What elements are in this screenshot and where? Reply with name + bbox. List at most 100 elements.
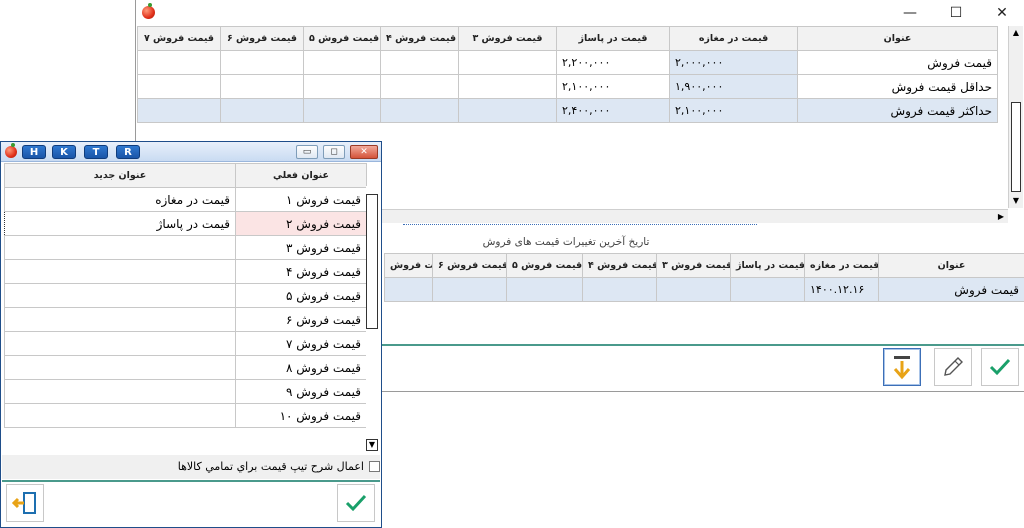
empty-cell[interactable] bbox=[220, 98, 304, 123]
current-title-cell[interactable]: قیمت فروش ۴ bbox=[235, 259, 367, 284]
history-header-2[interactable]: قیمت در پاساژ bbox=[730, 253, 805, 278]
mall-price-cell[interactable]: ۲,۲۰۰,۰۰۰ bbox=[556, 50, 670, 75]
scroll-thumb[interactable] bbox=[1011, 102, 1021, 192]
mall-price-cell[interactable]: ۲,۴۰۰,۰۰۰ bbox=[556, 98, 670, 123]
empty-cell[interactable] bbox=[458, 50, 557, 75]
edit-button[interactable] bbox=[934, 348, 972, 386]
empty-cell[interactable] bbox=[303, 98, 381, 123]
empty-cell[interactable] bbox=[137, 50, 221, 75]
empty-cell[interactable] bbox=[303, 50, 381, 75]
history-header-3[interactable]: قیمت فروش ۳ bbox=[656, 253, 731, 278]
empty-cell[interactable] bbox=[220, 50, 304, 75]
price-header-4[interactable]: قیمت فروش ۴ bbox=[380, 26, 459, 51]
new-title-cell[interactable] bbox=[4, 283, 236, 308]
empty-cell[interactable] bbox=[432, 277, 507, 302]
price-table-scrollbar[interactable]: ▲ ▼ bbox=[1008, 26, 1023, 208]
scroll-down-icon[interactable]: ▼ bbox=[1009, 194, 1023, 208]
list-item[interactable]: قیمت فروش ۵ bbox=[4, 283, 367, 308]
new-title-cell[interactable] bbox=[4, 307, 236, 332]
current-title-cell[interactable]: قیمت فروش ۸ bbox=[235, 355, 367, 380]
dialog-restore-button[interactable]: ◻ bbox=[323, 145, 345, 159]
empty-cell[interactable] bbox=[730, 277, 805, 302]
exit-button[interactable] bbox=[6, 484, 44, 522]
list-item[interactable]: قیمت فروش ۶ bbox=[4, 307, 367, 332]
price-header-3[interactable]: قیمت فروش ۳ bbox=[458, 26, 557, 51]
price-header-6[interactable]: قیمت فروش ۶ bbox=[220, 26, 304, 51]
new-title-cell[interactable] bbox=[4, 355, 236, 380]
new-title-cell[interactable] bbox=[4, 259, 236, 284]
new-title-cell[interactable] bbox=[4, 379, 236, 404]
history-date-cell[interactable]: ۱۴۰۰.۱۲.۱۶ bbox=[804, 277, 879, 302]
list-item[interactable]: قیمت فروش ۴ bbox=[4, 259, 367, 284]
history-header-5[interactable]: قیمت فروش ۵ bbox=[506, 253, 583, 278]
dialog-scrollbar[interactable]: ▼ bbox=[366, 186, 380, 454]
list-item[interactable]: قیمت فروش ۱۰ bbox=[4, 403, 367, 428]
title-cell[interactable]: قیمت فروش bbox=[797, 50, 998, 75]
empty-cell[interactable] bbox=[380, 98, 459, 123]
empty-cell[interactable] bbox=[458, 98, 557, 123]
list-item[interactable]: قیمت فروش ۹ bbox=[4, 379, 367, 404]
new-title-cell[interactable]: قیمت در پاساژ bbox=[4, 211, 236, 236]
splitter[interactable] bbox=[403, 224, 757, 228]
list-item[interactable]: قیمت در مغازه قیمت فروش ۱ bbox=[4, 187, 367, 212]
table-row[interactable]: ۲,۴۰۰,۰۰۰ ۲,۱۰۰,۰۰۰ حداکثر قیمت فروش bbox=[137, 98, 998, 123]
empty-cell[interactable] bbox=[380, 74, 459, 99]
minimize-button[interactable]: — bbox=[887, 0, 933, 26]
title-cell[interactable]: حداقل قیمت فروش bbox=[797, 74, 998, 99]
list-item[interactable]: قیمت در پاساژ قیمت فروش ۲ bbox=[4, 211, 367, 236]
dialog-scroll-thumb[interactable] bbox=[366, 194, 378, 329]
apply-all-checkbox[interactable] bbox=[369, 461, 380, 472]
empty-cell[interactable] bbox=[506, 277, 583, 302]
hotkey-t-button[interactable]: T bbox=[84, 145, 108, 159]
list-item[interactable]: قیمت فروش ۸ bbox=[4, 355, 367, 380]
empty-cell[interactable] bbox=[458, 74, 557, 99]
price-header-0[interactable]: عنوان bbox=[797, 26, 998, 51]
close-button[interactable]: ✕ bbox=[979, 0, 1024, 26]
empty-cell[interactable] bbox=[582, 277, 657, 302]
hotkey-k-button[interactable]: K bbox=[52, 145, 76, 159]
hotkey-h-button[interactable]: H bbox=[22, 145, 46, 159]
mall-price-cell[interactable]: ۲,۱۰۰,۰۰۰ bbox=[556, 74, 670, 99]
new-title-cell[interactable]: قیمت در مغازه bbox=[4, 187, 236, 212]
store-price-cell[interactable]: ۲,۰۰۰,۰۰۰ bbox=[669, 50, 798, 75]
price-header-2[interactable]: قیمت در پاساژ bbox=[556, 26, 670, 51]
price-header-7[interactable]: قیمت فروش ۷ bbox=[137, 26, 221, 51]
price-header-5[interactable]: قیمت فروش ۵ bbox=[303, 26, 381, 51]
title-cell[interactable]: حداکثر قیمت فروش bbox=[797, 98, 998, 123]
store-price-cell[interactable]: ۱,۹۰۰,۰۰۰ bbox=[669, 74, 798, 99]
dialog-confirm-button[interactable] bbox=[337, 484, 375, 522]
current-title-cell[interactable]: قیمت فروش ۱ bbox=[235, 187, 367, 212]
empty-cell[interactable] bbox=[384, 277, 433, 302]
current-title-cell[interactable]: قیمت فروش ۹ bbox=[235, 379, 367, 404]
maximize-button[interactable]: ☐ bbox=[933, 0, 979, 26]
hotkey-r-button[interactable]: R bbox=[116, 145, 140, 159]
scroll-up-icon[interactable]: ▲ bbox=[1009, 26, 1023, 40]
history-header-0[interactable]: عنوان bbox=[878, 253, 1024, 278]
history-title-cell[interactable]: قیمت فروش bbox=[878, 277, 1024, 302]
history-header-6[interactable]: قیمت فروش ۶ bbox=[432, 253, 507, 278]
new-title-cell[interactable] bbox=[4, 235, 236, 260]
price-header-1[interactable]: قیمت در مغازه bbox=[669, 26, 798, 51]
new-title-cell[interactable] bbox=[4, 403, 236, 428]
store-price-cell[interactable]: ۲,۱۰۰,۰۰۰ bbox=[669, 98, 798, 123]
history-header-7[interactable]: قیمت فروش bbox=[384, 253, 433, 278]
dialog-minimize-button[interactable]: ▭ bbox=[296, 145, 318, 159]
import-down-button[interactable] bbox=[883, 348, 921, 386]
empty-cell[interactable] bbox=[137, 98, 221, 123]
empty-cell[interactable] bbox=[137, 74, 221, 99]
table-row[interactable]: ۱۴۰۰.۱۲.۱۶ قیمت فروش bbox=[384, 277, 1024, 302]
current-title-cell[interactable]: قیمت فروش ۷ bbox=[235, 331, 367, 356]
current-title-cell[interactable]: قیمت فروش ۱۰ bbox=[235, 403, 367, 428]
history-header-1[interactable]: قیمت در مغازه bbox=[804, 253, 879, 278]
table-row[interactable]: ۲,۱۰۰,۰۰۰ ۱,۹۰۰,۰۰۰ حداقل قیمت فروش bbox=[137, 74, 998, 99]
empty-cell[interactable] bbox=[303, 74, 381, 99]
current-title-cell[interactable]: قیمت فروش ۵ bbox=[235, 283, 367, 308]
list-item[interactable]: قیمت فروش ۷ bbox=[4, 331, 367, 356]
scroll-down-icon[interactable]: ▼ bbox=[366, 439, 378, 451]
current-title-cell[interactable]: قیمت فروش ۶ bbox=[235, 307, 367, 332]
current-title-cell[interactable]: قیمت فروش ۳ bbox=[235, 235, 367, 260]
dialog-close-button[interactable]: ✕ bbox=[350, 145, 378, 159]
new-title-cell[interactable] bbox=[4, 331, 236, 356]
scroll-right-icon[interactable]: ▶ bbox=[994, 210, 1008, 224]
empty-cell[interactable] bbox=[380, 50, 459, 75]
